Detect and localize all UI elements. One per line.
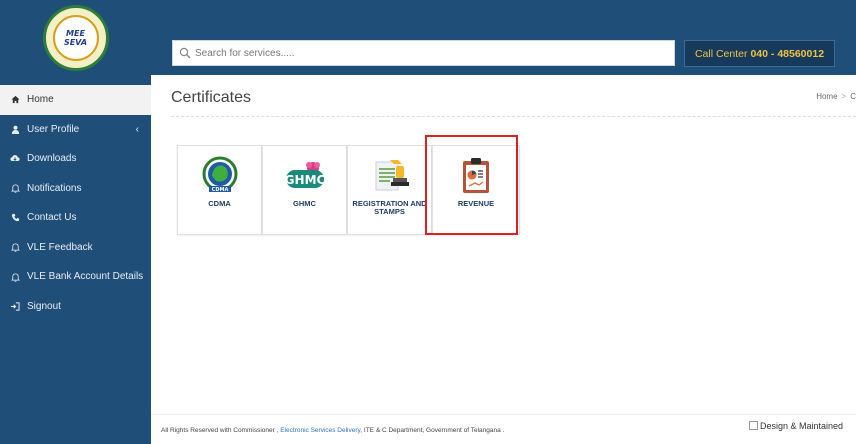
sidebar-item-label: Contact Us (27, 212, 77, 224)
sidebar-item-user-profile[interactable]: User Profile ‹ (0, 115, 151, 145)
search-input[interactable] (195, 47, 655, 59)
bell-icon (8, 272, 22, 282)
revenue-clipboard-icon (463, 158, 489, 193)
meeseva-logo[interactable]: MEE SEVA (42, 4, 109, 71)
bell-icon (8, 242, 22, 252)
tile-ghmc[interactable]: GHMC GHMC (262, 145, 347, 235)
page-title: Certificates (171, 89, 252, 106)
top-header: Call Center 040 - 48560012 (151, 0, 856, 75)
bell-icon (8, 183, 22, 193)
footer-design-image[interactable]: Design & Maintained (749, 421, 843, 431)
service-tiles: CDMA CDMA GHMC GHMC REGISTRATION AND STA… (177, 145, 520, 235)
ghmc-logo-icon: GHMC (284, 162, 325, 188)
sidebar-item-label: Notifications (27, 182, 82, 194)
footer-link-esd[interactable]: Electronic Services Delivery (280, 427, 360, 434)
breadcrumb-separator: > (841, 92, 847, 101)
sidebar-item-downloads[interactable]: Downloads (0, 144, 151, 174)
call-center-badge: Call Center 040 - 48560012 (684, 40, 835, 67)
footer-suffix: , ITE & C Department, Government of Tela… (360, 427, 505, 434)
sidebar-item-home[interactable]: Home (0, 85, 151, 115)
logo-emblem: MEE SEVA (52, 14, 99, 61)
search-box[interactable] (172, 40, 675, 66)
sidebar-item-vle-feedback[interactable]: VLE Feedback (0, 233, 151, 263)
tile-cdma[interactable]: CDMA CDMA (177, 145, 262, 235)
svg-text:CDMA: CDMA (211, 187, 228, 193)
sidebar-item-label: VLE Feedback (27, 241, 93, 253)
signout-icon (8, 302, 22, 311)
logo-text-line2: SEVA (63, 37, 88, 47)
tile-label: CDMA (208, 199, 231, 208)
sidebar: MEE SEVA Home User Profile ‹ Downloads N… (0, 0, 151, 444)
registration-stamp-icon (375, 160, 409, 191)
sidebar-item-label: Downloads (27, 153, 77, 165)
chevron-left-icon: ‹ (135, 123, 139, 135)
breadcrumb-home[interactable]: Home (816, 92, 837, 101)
sidebar-item-notifications[interactable]: Notifications (0, 174, 151, 204)
tile-label: GHMC (293, 199, 316, 208)
sidebar-item-label: Home (27, 94, 54, 106)
svg-text:GHMC: GHMC (284, 173, 325, 187)
cdma-logo-icon: CDMA (202, 156, 237, 193)
sidebar-item-contact-us[interactable]: Contact Us (0, 203, 151, 233)
footer-text: All Rights Reserved with Commissioner , … (161, 427, 504, 434)
tile-label: REGISTRATION AND STAMPS (352, 199, 427, 216)
breadcrumb: Home > C (816, 92, 856, 101)
logo-area: MEE SEVA (0, 0, 151, 75)
tile-label: REVENUE (457, 199, 495, 208)
footer: All Rights Reserved with Commissioner , … (151, 414, 856, 444)
breadcrumb-current: C (850, 92, 856, 101)
call-center-label: Call Center (694, 47, 748, 60)
sidebar-item-label: User Profile (27, 123, 80, 135)
cloud-download-icon (8, 154, 22, 163)
sidebar-item-signout[interactable]: Signout (0, 292, 151, 322)
sidebar-item-vle-bank-account-details[interactable]: VLE Bank Account Details (0, 262, 151, 292)
footer-prefix: All Rights Reserved with Commissioner , (161, 427, 279, 434)
call-center-number: 040 - 48560012 (750, 47, 825, 60)
sidebar-nav: Home User Profile ‹ Downloads Notificati… (0, 85, 151, 321)
tile-registration-and-stamps[interactable]: REGISTRATION AND STAMPS (347, 145, 432, 235)
tile-revenue[interactable]: REVENUE (432, 145, 520, 235)
user-icon (8, 125, 22, 134)
home-icon (8, 95, 22, 104)
search-icon (179, 47, 191, 59)
title-divider (171, 116, 856, 117)
phone-icon (8, 213, 22, 222)
main-content: Certificates Home > C CDMA CDMA GHMC GHMC (151, 75, 856, 444)
footer-image-alt: Design & Maintained (760, 421, 844, 431)
sidebar-item-label: VLE Bank Account Details (27, 271, 144, 283)
sidebar-item-label: Signout (27, 300, 61, 312)
logo-text-line1: MEE (66, 28, 85, 38)
broken-image-icon (749, 421, 758, 430)
